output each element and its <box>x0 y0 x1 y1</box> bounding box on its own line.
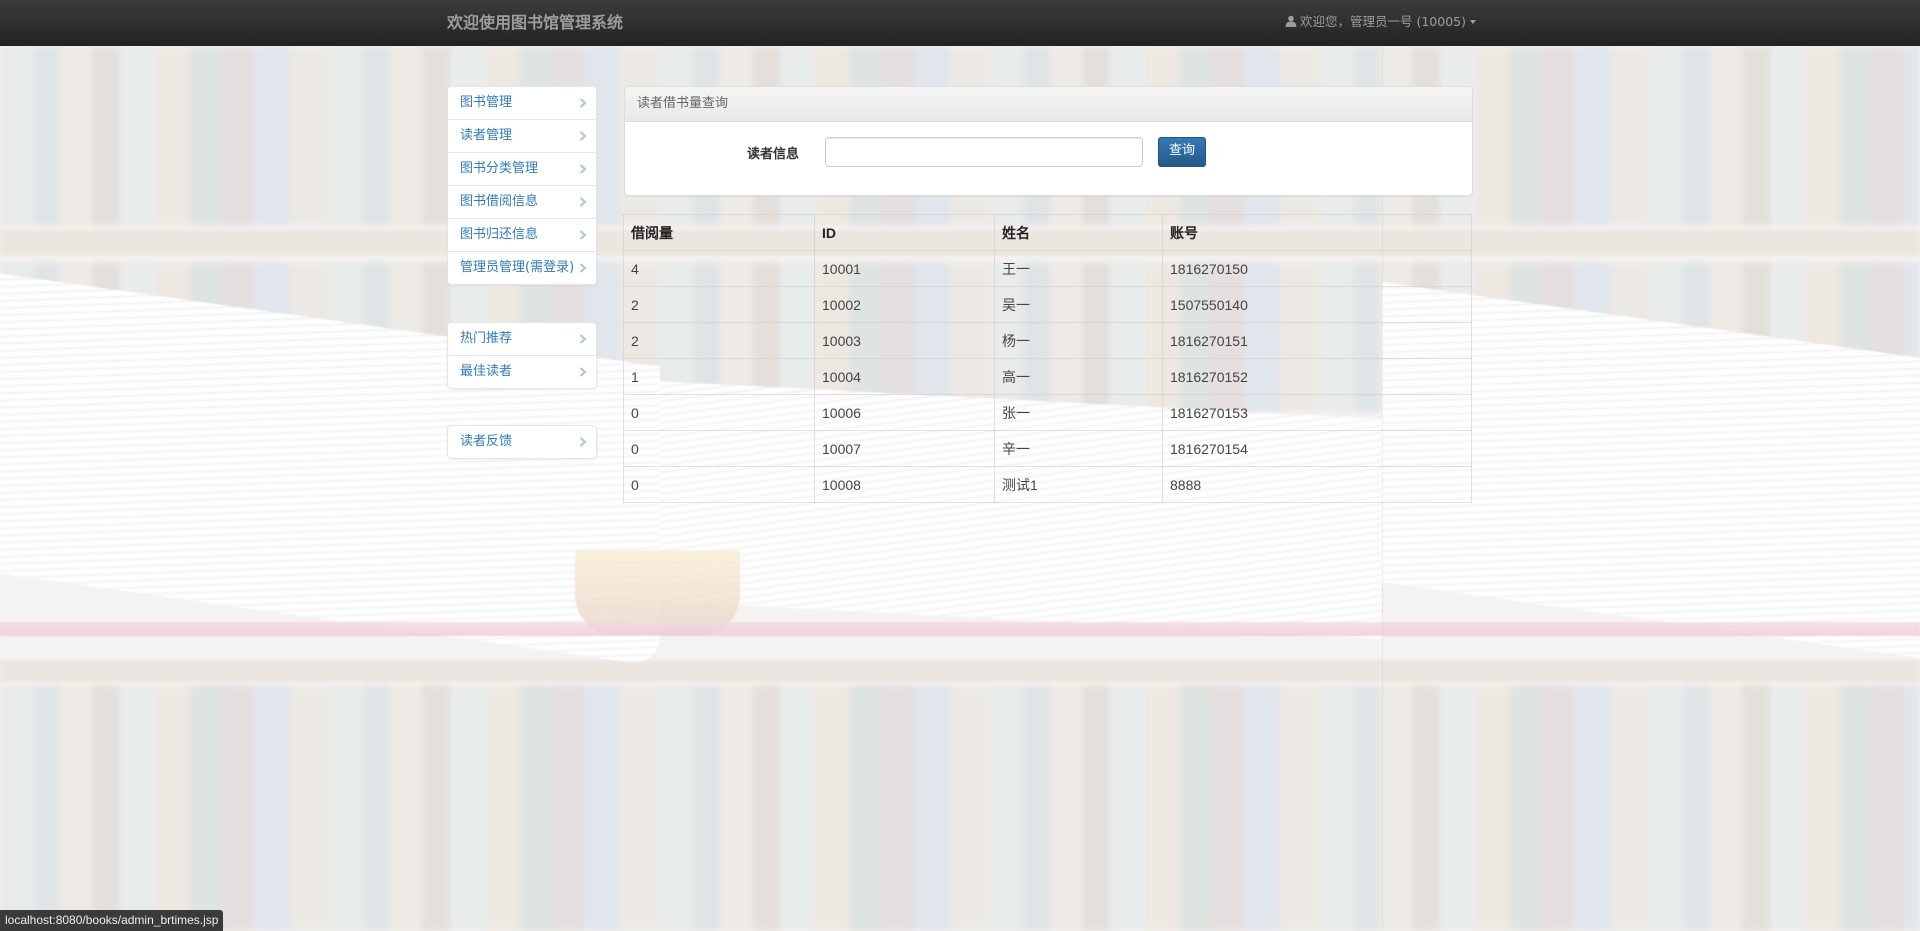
cell-borrow-count: 0 <box>623 394 815 431</box>
column-header-id: ID <box>814 214 995 251</box>
cell-borrow-count: 0 <box>623 466 815 503</box>
sidebar-item-hot-recommend[interactable]: 热门推荐 <box>448 323 596 355</box>
cell-borrow-count: 2 <box>623 322 815 359</box>
cell-account: 1816270151 <box>1162 322 1472 359</box>
chevron-right-icon <box>579 367 587 377</box>
chevron-right-icon <box>579 197 587 207</box>
cell-name: 吴一 <box>994 286 1163 323</box>
cell-id: 10002 <box>814 286 995 323</box>
sidebar-item-label: 图书管理 <box>460 95 513 110</box>
cell-account: 8888 <box>1162 466 1472 503</box>
cell-name: 测试1 <box>994 466 1163 503</box>
sidebar-menu-management: 图书管理 读者管理 图书分类管理 图书借阅信息 图书归还信息 管理员管理(需登录… <box>447 86 597 285</box>
sidebar-menu-recommend: 热门推荐 最佳读者 <box>447 322 597 389</box>
panel-title: 读者借书量查询 <box>625 87 1472 122</box>
brand-title[interactable]: 欢迎使用图书馆管理系统 <box>447 0 623 46</box>
sidebar-item-reader-management[interactable]: 读者管理 <box>448 119 596 152</box>
cell-name: 王一 <box>994 250 1163 287</box>
reader-info-label: 读者信息 <box>747 147 800 162</box>
column-header-name: 姓名 <box>994 214 1163 251</box>
chevron-right-icon <box>579 263 587 273</box>
table-row: 0 10006 张一 1816270153 <box>623 394 1472 431</box>
sidebar-menu-feedback: 读者反馈 <box>447 425 597 459</box>
sidebar-item-return-info[interactable]: 图书归还信息 <box>448 218 596 251</box>
reader-info-input[interactable] <box>825 137 1143 167</box>
cell-borrow-count: 2 <box>623 286 815 323</box>
cell-id: 10008 <box>814 466 995 503</box>
cell-name: 辛一 <box>994 430 1163 467</box>
cell-id: 10007 <box>814 430 995 467</box>
cell-account: 1816270153 <box>1162 394 1472 431</box>
sidebar-item-book-management[interactable]: 图书管理 <box>448 87 596 119</box>
chevron-right-icon <box>579 164 587 174</box>
cell-id: 10001 <box>814 250 995 287</box>
sidebar-item-label: 图书分类管理 <box>460 161 539 176</box>
sidebar-item-label: 图书借阅信息 <box>460 194 539 209</box>
cell-name: 杨一 <box>994 322 1163 359</box>
sidebar-item-reader-feedback[interactable]: 读者反馈 <box>448 426 596 458</box>
caret-down-icon <box>1470 20 1476 24</box>
sidebar-item-label: 热门推荐 <box>460 331 513 346</box>
cell-account: 1816270154 <box>1162 430 1472 467</box>
sidebar-item-label: 最佳读者 <box>460 364 513 379</box>
cell-id: 10004 <box>814 358 995 395</box>
sidebar-item-label: 读者管理 <box>460 128 513 143</box>
sidebar-item-borrow-info[interactable]: 图书借阅信息 <box>448 185 596 218</box>
table-row: 0 10007 辛一 1816270154 <box>623 430 1472 467</box>
sidebar-item-category-management[interactable]: 图书分类管理 <box>448 152 596 185</box>
sidebar-item-label: 管理员管理(需登录) <box>460 260 575 275</box>
cell-borrow-count: 4 <box>623 250 815 287</box>
table-row: 1 10004 高一 1816270152 <box>623 358 1472 395</box>
borrow-count-table: 借阅量 ID 姓名 账号 4 10001 王一 1816270150 2 100… <box>623 214 1472 503</box>
query-button[interactable]: 查询 <box>1158 137 1206 167</box>
chevron-right-icon <box>579 230 587 240</box>
cell-account: 1507550140 <box>1162 286 1472 323</box>
cell-name: 张一 <box>994 394 1163 431</box>
cell-name: 高一 <box>994 358 1163 395</box>
chevron-right-icon <box>579 98 587 108</box>
sidebar-item-best-reader[interactable]: 最佳读者 <box>448 355 596 388</box>
table-row: 2 10002 吴一 1507550140 <box>623 286 1472 323</box>
user-menu-label: 欢迎您，管理员一号 (10005) <box>1300 14 1466 29</box>
sidebar-item-label: 图书归还信息 <box>460 227 539 242</box>
sidebar-item-label: 读者反馈 <box>460 434 513 449</box>
cell-borrow-count: 0 <box>623 430 815 467</box>
column-header-account: 账号 <box>1162 214 1472 251</box>
cell-account: 1816270150 <box>1162 250 1472 287</box>
top-navbar: 欢迎使用图书馆管理系统 欢迎您，管理员一号 (10005) <box>0 0 1920 46</box>
cell-borrow-count: 1 <box>623 358 815 395</box>
cell-id: 10006 <box>814 394 995 431</box>
cell-id: 10003 <box>814 322 995 359</box>
cell-account: 1816270152 <box>1162 358 1472 395</box>
table-row: 2 10003 杨一 1816270151 <box>623 322 1472 359</box>
browser-status-url: localhost:8080/books/admin_brtimes.jsp <box>0 910 224 931</box>
table-header-row: 借阅量 ID 姓名 账号 <box>623 214 1472 251</box>
table-row: 4 10001 王一 1816270150 <box>623 250 1472 287</box>
sidebar-item-admin-management[interactable]: 管理员管理(需登录) <box>448 251 596 284</box>
chevron-right-icon <box>579 437 587 447</box>
chevron-right-icon <box>579 131 587 141</box>
column-header-borrow-count: 借阅量 <box>623 214 815 251</box>
user-menu[interactable]: 欢迎您，管理员一号 (10005) <box>1285 0 1476 44</box>
user-icon <box>1285 15 1297 27</box>
table-row: 0 10008 测试1 8888 <box>623 466 1472 503</box>
query-panel: 读者借书量查询 读者信息 查询 <box>624 86 1473 196</box>
chevron-right-icon <box>579 334 587 344</box>
